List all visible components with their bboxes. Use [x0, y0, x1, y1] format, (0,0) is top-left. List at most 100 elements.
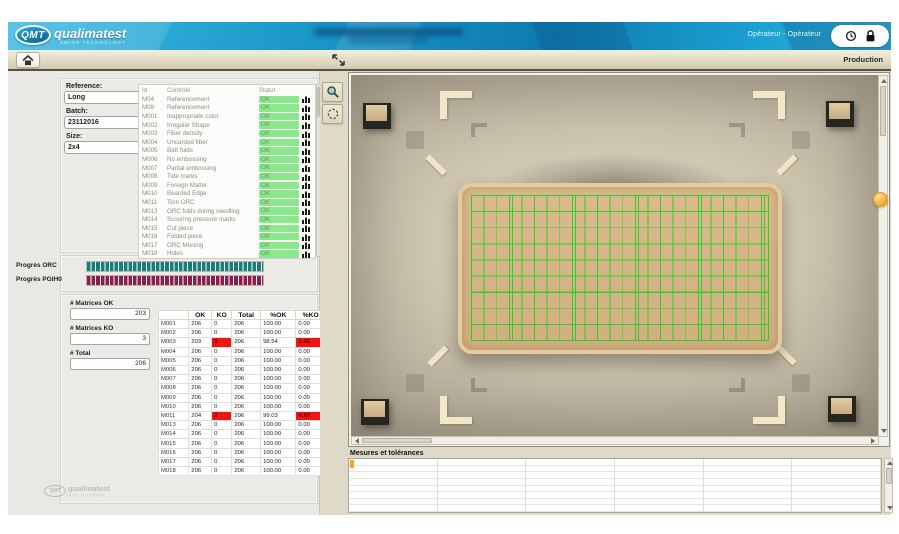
roi-circle-tool-button[interactable]: [322, 104, 343, 124]
measures-cell[interactable]: [438, 486, 527, 493]
histogram-icon[interactable]: [299, 233, 313, 241]
measures-cell[interactable]: [526, 492, 615, 499]
measures-cell[interactable]: [792, 492, 881, 499]
measures-cell[interactable]: [615, 505, 704, 512]
histogram-icon[interactable]: [299, 173, 313, 181]
measures-cell[interactable]: [438, 505, 527, 512]
stats-row[interactable]: M0092060206100.000.00: [159, 393, 326, 402]
measures-cell[interactable]: [615, 459, 704, 466]
histogram-icon[interactable]: [299, 121, 313, 129]
control-row[interactable]: M005Batt foldsOK: [139, 147, 315, 156]
control-row[interactable]: M007Partial embossingOK: [139, 164, 315, 173]
stats-row[interactable]: M0182060206100.000.00: [159, 467, 326, 476]
viewer-horizontal-scrollbar[interactable]: [351, 436, 879, 445]
control-row[interactable]: M016Folded pieceOK: [139, 233, 315, 242]
histogram-icon[interactable]: [299, 207, 313, 215]
measures-cell[interactable]: [438, 466, 527, 473]
measures-cell[interactable]: [792, 472, 881, 479]
total-field[interactable]: 206: [70, 358, 150, 370]
measures-cell[interactable]: [438, 492, 527, 499]
measures-cell[interactable]: [615, 499, 704, 506]
measures-cell[interactable]: [349, 459, 438, 466]
stats-row[interactable]: M0072060206100.000.00: [159, 375, 326, 384]
measures-table[interactable]: [348, 458, 882, 513]
measures-cell[interactable]: [438, 479, 527, 486]
control-row[interactable]: M017ORC MissingOK: [139, 241, 315, 250]
measures-cell[interactable]: [526, 499, 615, 506]
stats-row[interactable]: M0012060206100.000.00: [159, 320, 326, 329]
histogram-icon[interactable]: [299, 147, 313, 155]
measures-cell[interactable]: [438, 459, 527, 466]
control-row[interactable]: M08ReferencementOK: [139, 104, 315, 113]
control-row[interactable]: M008Tide marksOK: [139, 172, 315, 181]
matrices-ko-field[interactable]: 3: [70, 333, 150, 345]
home-button[interactable]: [16, 52, 40, 68]
history-clock-icon[interactable]: [845, 30, 857, 42]
measures-cell[interactable]: [704, 472, 793, 479]
stats-row[interactable]: M011204220699.030.97: [159, 411, 326, 420]
control-row[interactable]: M010Bearded EdgeOK: [139, 190, 315, 199]
histogram-icon[interactable]: [299, 250, 313, 258]
measures-cell[interactable]: [704, 459, 793, 466]
measures-cell[interactable]: [615, 492, 704, 499]
measures-cell[interactable]: [349, 505, 438, 512]
control-row[interactable]: M009Foreign MatterOK: [139, 181, 315, 190]
control-row[interactable]: M004Uncarded fiberOK: [139, 138, 315, 147]
stats-row[interactable]: M0152060206100.000.00: [159, 439, 326, 448]
measures-cell[interactable]: [792, 466, 881, 473]
measures-cell[interactable]: [349, 466, 438, 473]
control-row[interactable]: M011Torn ORCOK: [139, 198, 315, 207]
stats-row[interactable]: M0052060206100.000.00: [159, 356, 326, 365]
histogram-icon[interactable]: [299, 164, 313, 172]
measures-cell[interactable]: [526, 466, 615, 473]
histogram-icon[interactable]: [299, 95, 313, 103]
scroll-up-arrow[interactable]: [881, 79, 887, 83]
stats-row[interactable]: M003203320698.541.46: [159, 338, 326, 347]
measures-cell[interactable]: [704, 466, 793, 473]
histogram-icon[interactable]: [299, 216, 313, 224]
scroll-down-arrow[interactable]: [881, 429, 887, 433]
scroll-left-arrow[interactable]: [355, 438, 359, 444]
production-label[interactable]: Production: [843, 55, 883, 64]
measures-cell[interactable]: [615, 479, 704, 486]
stats-row[interactable]: M0132060206100.000.00: [159, 421, 326, 430]
control-row[interactable]: M003Fiber densityOK: [139, 129, 315, 138]
histogram-icon[interactable]: [299, 112, 313, 120]
stats-row[interactable]: M0022060206100.000.00: [159, 329, 326, 338]
histogram-icon[interactable]: [299, 241, 313, 249]
stats-row[interactable]: M0162060206100.000.00: [159, 448, 326, 457]
measures-cell[interactable]: [526, 486, 615, 493]
measures-scrollbar[interactable]: [884, 458, 893, 513]
measures-cell[interactable]: [615, 486, 704, 493]
measures-cell[interactable]: [704, 505, 793, 512]
stats-row[interactable]: M0082060206100.000.00: [159, 384, 326, 393]
measures-cell[interactable]: [704, 486, 793, 493]
measures-cell[interactable]: [526, 479, 615, 486]
matrices-ok-field[interactable]: 203: [70, 308, 150, 320]
inspection-photo[interactable]: [351, 75, 878, 437]
histogram-icon[interactable]: [299, 198, 313, 206]
viewer-vertical-scrollbar[interactable]: [878, 75, 888, 437]
measures-cell[interactable]: [704, 492, 793, 499]
measures-cell[interactable]: [526, 472, 615, 479]
measures-cell[interactable]: [526, 459, 615, 466]
stats-row[interactable]: M0102060206100.000.00: [159, 402, 326, 411]
histogram-icon[interactable]: [299, 224, 313, 232]
stats-row[interactable]: M0172060206100.000.00: [159, 457, 326, 466]
control-row[interactable]: M006No embossingOK: [139, 155, 315, 164]
measures-cell[interactable]: [438, 472, 527, 479]
histogram-icon[interactable]: [299, 181, 313, 189]
measures-cell[interactable]: [792, 486, 881, 493]
measures-cell[interactable]: [349, 479, 438, 486]
control-row[interactable]: M002Irregular ShapeOK: [139, 121, 315, 130]
histogram-icon[interactable]: [299, 155, 313, 163]
specimen[interactable]: [458, 183, 782, 354]
measures-cell[interactable]: [526, 505, 615, 512]
measures-cell[interactable]: [792, 479, 881, 486]
stats-row[interactable]: M0042060206100.000.00: [159, 347, 326, 356]
measures-cell[interactable]: [792, 459, 881, 466]
control-row[interactable]: M018HolesOK: [139, 250, 315, 259]
control-row[interactable]: M015Cut pieceOK: [139, 224, 315, 233]
measures-cell[interactable]: [704, 479, 793, 486]
stats-row[interactable]: M0142060206100.000.00: [159, 430, 326, 439]
